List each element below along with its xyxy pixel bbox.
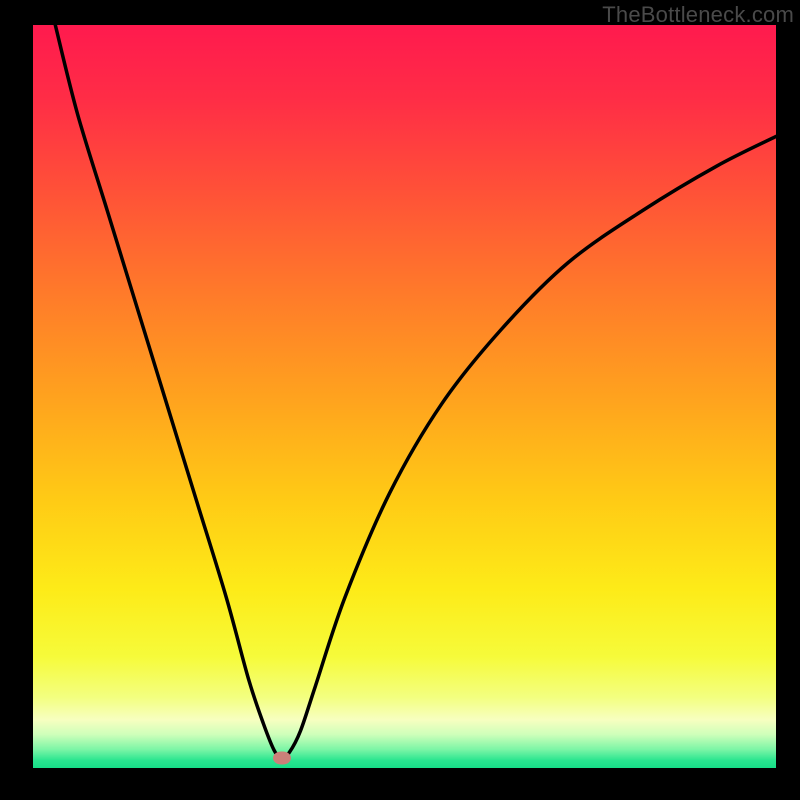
chart-frame: TheBottleneck.com [0,0,800,800]
watermark-text: TheBottleneck.com [602,2,794,28]
optimal-point-marker [273,751,291,764]
bottleneck-curve [33,25,776,768]
plot-area [33,25,776,768]
